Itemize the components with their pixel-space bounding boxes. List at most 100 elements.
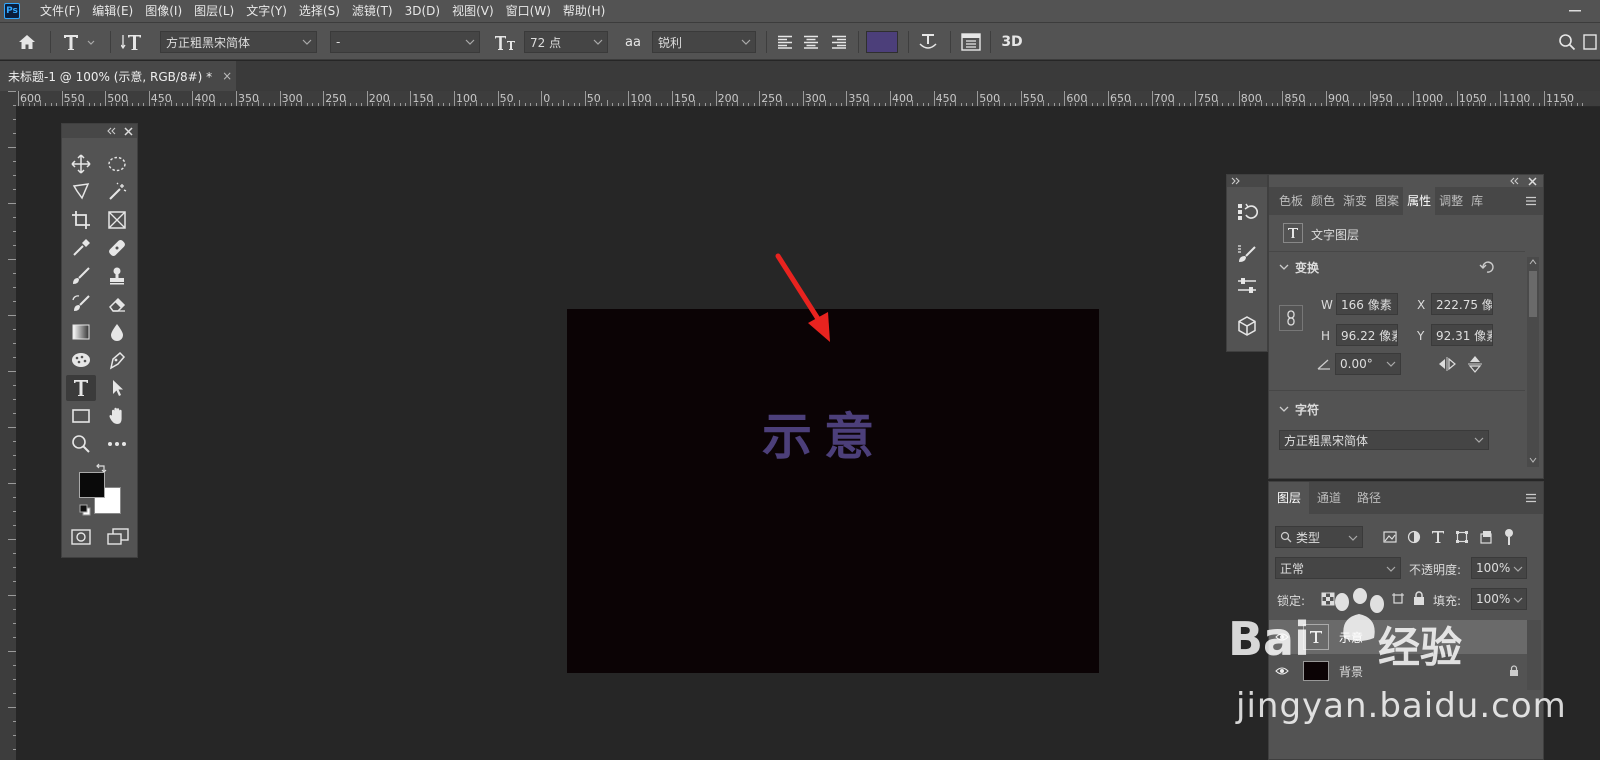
shape-filter-icon[interactable]	[1455, 530, 1469, 544]
lock-all-icon[interactable]	[1413, 591, 1425, 606]
home-icon[interactable]	[14, 31, 40, 53]
text-orientation-icon[interactable]	[118, 31, 146, 53]
type-tool-icon[interactable]	[66, 375, 96, 401]
reset-transform-icon[interactable]	[1479, 260, 1495, 274]
character-font-select[interactable]: 方正粗黑宋简体	[1279, 430, 1489, 450]
link-icon[interactable]	[1279, 305, 1303, 331]
menu-view[interactable]: 视图(V)	[446, 0, 500, 22]
collapse-icon[interactable]	[106, 127, 116, 135]
brush-settings-icon[interactable]	[1236, 243, 1258, 265]
close-icon[interactable]	[1528, 177, 1537, 186]
text-color-swatch[interactable]	[866, 31, 898, 53]
scroll-up-icon[interactable]	[1529, 259, 1537, 265]
font-style-select[interactable]: -	[330, 31, 480, 53]
layer-row[interactable]: 背景	[1269, 654, 1527, 688]
flip-vertical-icon[interactable]	[1467, 354, 1483, 374]
properties-scrollbar[interactable]	[1527, 257, 1539, 467]
screen-mode-icon[interactable]	[107, 528, 129, 546]
history-panel-icon[interactable]	[1236, 201, 1258, 223]
flip-horizontal-icon[interactable]	[1437, 356, 1457, 372]
lasso-tool-icon[interactable]	[66, 179, 96, 205]
tab-color[interactable]: 颜色	[1307, 187, 1339, 215]
stamp-tool-icon[interactable]	[102, 263, 132, 289]
magic-wand-icon[interactable]	[102, 179, 132, 205]
gradient-tool-icon[interactable]	[66, 319, 96, 345]
menu-filter[interactable]: 滤镜(T)	[346, 0, 399, 22]
fill-input[interactable]: 100%	[1471, 588, 1527, 610]
tab-paths[interactable]: 路径	[1349, 482, 1389, 514]
tab-gradients[interactable]: 渐变	[1339, 187, 1371, 215]
opacity-input[interactable]: 100%	[1471, 557, 1527, 579]
expand-icon[interactable]	[1231, 177, 1241, 185]
crop-tool-icon[interactable]	[66, 207, 96, 233]
path-selection-icon[interactable]	[102, 375, 132, 401]
default-colors-icon[interactable]	[79, 504, 91, 516]
scroll-down-icon[interactable]	[1529, 457, 1537, 463]
quick-mask-icon[interactable]	[71, 529, 91, 545]
eraser-tool-icon[interactable]	[102, 291, 132, 317]
document-tab[interactable]: 未标题-1 @ 100% (示意, RGB/8#) * ×	[0, 61, 236, 91]
close-tab-icon[interactable]: ×	[222, 69, 232, 83]
more-tools-icon[interactable]	[102, 431, 132, 457]
layer-row[interactable]: 示意	[1269, 620, 1527, 654]
chevron-down-icon[interactable]	[1279, 263, 1289, 271]
visibility-eye-icon[interactable]	[1275, 666, 1289, 676]
blend-mode-select[interactable]: 正常	[1275, 557, 1401, 579]
pen-tool-icon[interactable]	[102, 347, 132, 373]
3d-panel-icon[interactable]	[1236, 315, 1258, 337]
move-tool-icon[interactable]	[66, 151, 96, 177]
tools-panel-header[interactable]	[62, 124, 137, 138]
search-icon[interactable]	[1556, 31, 1578, 53]
layer-filter-select[interactable]: 类型	[1275, 526, 1363, 548]
scrollbar-thumb[interactable]	[1529, 271, 1537, 317]
zoom-tool-icon[interactable]	[66, 431, 96, 457]
tab-channels[interactable]: 通道	[1309, 482, 1349, 514]
menu-3d[interactable]: 3D(D)	[399, 0, 446, 22]
frame-tool-icon[interactable]	[102, 207, 132, 233]
menu-help[interactable]: 帮助(H)	[557, 0, 611, 22]
tab-adjustments[interactable]: 调整	[1435, 187, 1467, 215]
antialias-select[interactable]: 锐利	[652, 31, 756, 53]
panel-menu-icon[interactable]	[1525, 493, 1537, 503]
filter-toggle-icon[interactable]	[1505, 529, 1513, 537]
marquee-tool-icon[interactable]	[102, 151, 132, 177]
foreground-color-swatch[interactable]	[79, 472, 105, 498]
eyedropper-tool-icon[interactable]	[66, 235, 96, 261]
height-input[interactable]: 96.22 像素	[1336, 324, 1398, 346]
align-center-icon[interactable]	[800, 31, 822, 53]
lock-transparent-icon[interactable]	[1321, 592, 1335, 606]
3d-button[interactable]: 3D	[998, 31, 1026, 53]
menu-window[interactable]: 窗口(W)	[500, 0, 557, 22]
adjustments-icon[interactable]	[1236, 275, 1258, 297]
y-input[interactable]: 92.31 像素	[1431, 324, 1493, 346]
brush-tool-icon[interactable]	[66, 263, 96, 289]
menu-layer[interactable]: 图层(L)	[188, 0, 240, 22]
workspace-icon[interactable]	[1582, 31, 1598, 53]
canvas-text-layer[interactable]: 示意	[762, 397, 886, 469]
layers-scrollbar[interactable]	[1527, 620, 1541, 690]
close-icon[interactable]	[124, 127, 133, 136]
tab-patterns[interactable]: 图案	[1371, 187, 1403, 215]
hand-tool-icon[interactable]	[102, 403, 132, 429]
sponge-tool-icon[interactable]	[66, 347, 96, 373]
tab-layers[interactable]: 图层	[1269, 482, 1310, 514]
pixel-filter-icon[interactable]	[1383, 530, 1397, 544]
align-left-icon[interactable]	[774, 31, 796, 53]
type-tool-preset-icon[interactable]	[60, 31, 100, 53]
align-right-icon[interactable]	[828, 31, 850, 53]
blur-tool-icon[interactable]	[102, 319, 132, 345]
panel-menu-icon[interactable]	[1525, 196, 1537, 206]
adjustment-filter-icon[interactable]	[1407, 530, 1421, 544]
menu-select[interactable]: 选择(S)	[293, 0, 346, 22]
type-filter-icon[interactable]	[1431, 530, 1445, 544]
angle-input[interactable]: 0.00°	[1335, 353, 1401, 375]
warp-text-icon[interactable]	[914, 31, 942, 53]
tab-swatches[interactable]: 色板	[1275, 187, 1307, 215]
width-input[interactable]: 166 像素	[1336, 293, 1398, 315]
font-family-select[interactable]: 方正粗黑宋简体	[160, 31, 317, 53]
rectangle-tool-icon[interactable]	[66, 403, 96, 429]
tab-properties[interactable]: 属性	[1403, 187, 1436, 215]
menu-file[interactable]: 文件(F)	[34, 0, 86, 22]
collapse-icon[interactable]	[1509, 177, 1519, 185]
tab-libraries[interactable]: 库	[1467, 187, 1487, 215]
